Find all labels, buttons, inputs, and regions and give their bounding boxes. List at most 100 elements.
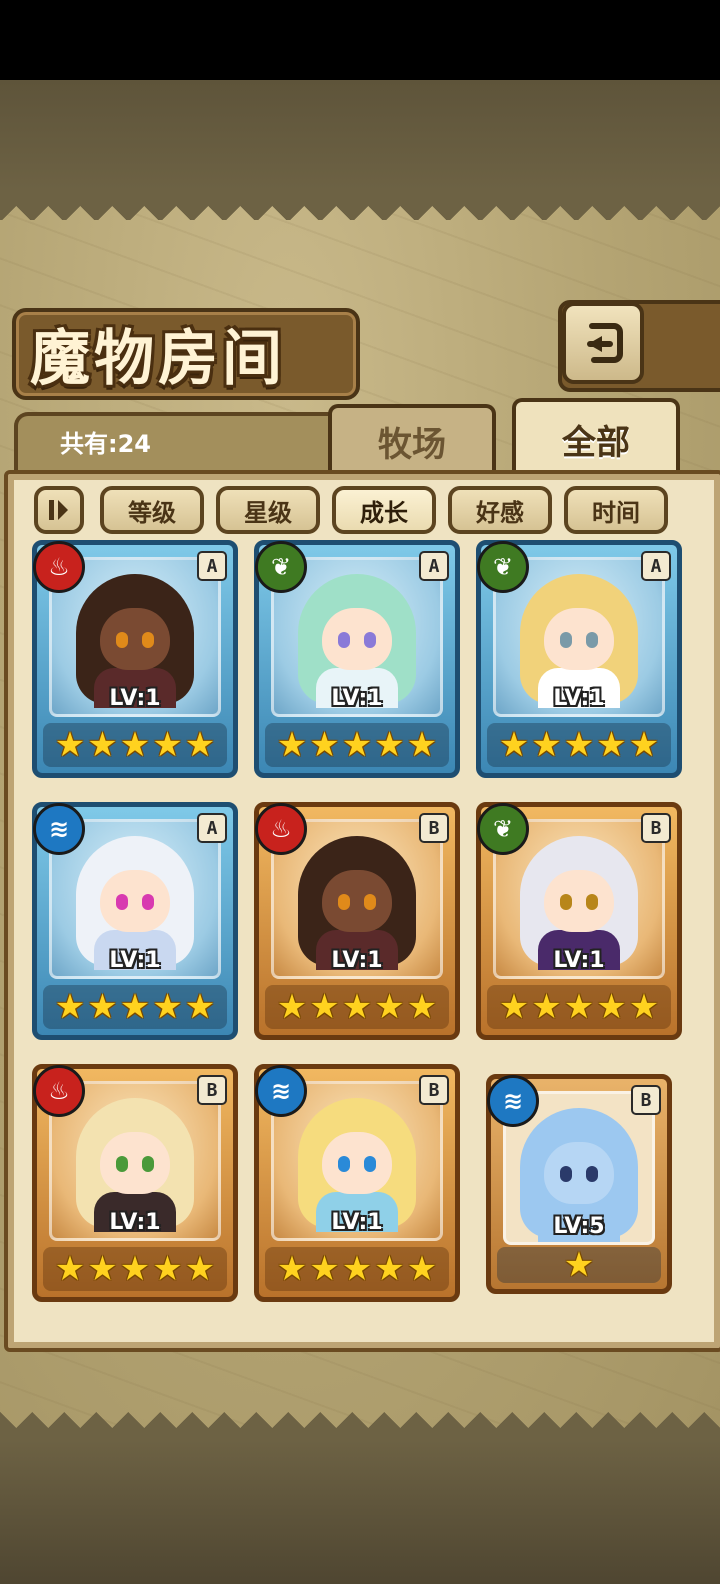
level-label: LV:1 — [109, 948, 161, 973]
monster-card[interactable]: ❦ B LV:1 ★ ★ ★ ★ ★ — [476, 802, 682, 1040]
filter-level[interactable]: 等级 — [100, 486, 204, 534]
star-icon: ★ — [152, 987, 183, 1027]
star-rating: ★ ★ ★ ★ ★ — [265, 1247, 449, 1291]
portrait-face — [100, 608, 170, 670]
monster-card[interactable]: ≋ B LV:1 ★ ★ ★ ★ ★ — [254, 1064, 460, 1302]
filter-star[interactable]: 星级 — [216, 486, 320, 534]
star-icon: ★ — [309, 1249, 340, 1289]
star-icon: ★ — [309, 725, 340, 765]
star-icon: ★ — [406, 987, 438, 1027]
portrait-eye — [586, 1166, 598, 1182]
star-icon: ★ — [563, 1245, 595, 1285]
portrait-face — [100, 870, 170, 932]
rank-badge: B — [419, 813, 449, 843]
star-icon: ★ — [563, 725, 595, 765]
rank-badge: B — [197, 1075, 227, 1105]
star-icon: ★ — [341, 987, 373, 1027]
rank-badge: A — [197, 551, 227, 581]
star-icon: ★ — [374, 725, 405, 765]
filter-growth[interactable]: 成长 — [332, 486, 436, 534]
portrait-eye — [560, 1166, 572, 1182]
star-rating: ★ ★ ★ ★ ★ — [43, 723, 227, 767]
star-icon: ★ — [498, 725, 530, 765]
map-strip-top — [0, 80, 720, 190]
star-icon: ★ — [119, 725, 151, 765]
back-arrow-icon — [587, 323, 623, 363]
monster-card[interactable]: ❦ A LV:1 ★ ★ ★ ★ ★ — [254, 540, 460, 778]
level-label: LV:1 — [331, 1210, 383, 1235]
star-rating: ★ — [497, 1247, 661, 1283]
star-icon: ★ — [276, 987, 308, 1027]
portrait-eye — [560, 894, 572, 910]
star-icon: ★ — [119, 987, 151, 1027]
fire-element-icon: ♨ — [33, 541, 85, 593]
monster-card[interactable]: ≋ A LV:1 ★ ★ ★ ★ ★ — [32, 802, 238, 1040]
monster-portrait — [76, 836, 194, 970]
leaf-element-icon: ❦ — [255, 541, 307, 593]
rank-badge: A — [641, 551, 671, 581]
star-icon: ★ — [184, 725, 216, 765]
torn-edge-bottom — [0, 1412, 720, 1442]
leaf-element-icon: ❦ — [477, 803, 529, 855]
star-icon: ★ — [628, 725, 660, 765]
sort-toggle-button[interactable] — [34, 486, 84, 534]
rank-badge: A — [419, 551, 449, 581]
monster-card[interactable]: ≋ B LV:5 ★ — [486, 1074, 672, 1294]
portrait-eye — [364, 632, 376, 648]
monster-card[interactable]: ♨ A LV:1 ★ ★ ★ ★ ★ — [32, 540, 238, 778]
star-icon: ★ — [152, 725, 183, 765]
monster-card[interactable]: ♨ B LV:1 ★ ★ ★ ★ ★ — [254, 802, 460, 1040]
star-icon: ★ — [184, 1249, 216, 1289]
portrait-eye — [338, 632, 350, 648]
portrait-face — [544, 870, 614, 932]
portrait-face — [322, 870, 392, 932]
level-label: LV:1 — [331, 948, 383, 973]
filter-affection[interactable]: 好感 — [448, 486, 552, 534]
portrait-eye — [142, 632, 154, 648]
star-icon: ★ — [531, 987, 562, 1027]
level-label: LV:1 — [553, 686, 605, 711]
tab-all[interactable]: 全部 — [512, 398, 680, 476]
star-icon: ★ — [87, 987, 118, 1027]
star-icon: ★ — [406, 725, 438, 765]
star-icon: ★ — [374, 1249, 405, 1289]
star-rating: ★ ★ ★ ★ ★ — [265, 723, 449, 767]
star-icon: ★ — [596, 725, 627, 765]
rank-badge: B — [419, 1075, 449, 1105]
monster-card[interactable]: ❦ A LV:1 ★ ★ ★ ★ ★ — [476, 540, 682, 778]
map-strip-bottom — [0, 1440, 720, 1584]
star-icon: ★ — [628, 987, 660, 1027]
star-icon: ★ — [119, 1249, 151, 1289]
portrait-face — [100, 1132, 170, 1194]
star-icon: ★ — [276, 1249, 308, 1289]
filter-time[interactable]: 时间 — [564, 486, 668, 534]
fire-element-icon: ♨ — [255, 803, 307, 855]
water-element-icon: ≋ — [33, 803, 85, 855]
portrait-face — [544, 608, 614, 670]
monster-portrait — [520, 574, 638, 708]
monster-portrait — [76, 1098, 194, 1232]
tab-pasture[interactable]: 牧场 — [328, 404, 496, 474]
star-icon: ★ — [596, 987, 627, 1027]
water-element-icon: ≋ — [487, 1075, 539, 1127]
star-icon: ★ — [374, 987, 405, 1027]
page-title: 魔物房间 — [30, 324, 286, 394]
star-icon: ★ — [341, 725, 373, 765]
monster-portrait — [298, 574, 416, 708]
level-label: LV:1 — [109, 1210, 161, 1235]
water-element-icon: ≋ — [255, 1065, 307, 1117]
star-icon: ★ — [406, 1249, 438, 1289]
star-icon: ★ — [184, 987, 216, 1027]
star-rating: ★ ★ ★ ★ ★ — [265, 985, 449, 1029]
star-icon: ★ — [87, 725, 118, 765]
portrait-eye — [364, 1156, 376, 1172]
back-button[interactable] — [562, 302, 644, 384]
star-rating: ★ ★ ★ ★ ★ — [487, 985, 671, 1029]
portrait-eye — [364, 894, 376, 910]
star-icon: ★ — [276, 725, 308, 765]
star-rating: ★ ★ ★ ★ ★ — [43, 1247, 227, 1291]
star-icon: ★ — [563, 987, 595, 1027]
star-icon: ★ — [498, 987, 530, 1027]
monster-card[interactable]: ♨ B LV:1 ★ ★ ★ ★ ★ — [32, 1064, 238, 1302]
level-label: LV:1 — [109, 686, 161, 711]
